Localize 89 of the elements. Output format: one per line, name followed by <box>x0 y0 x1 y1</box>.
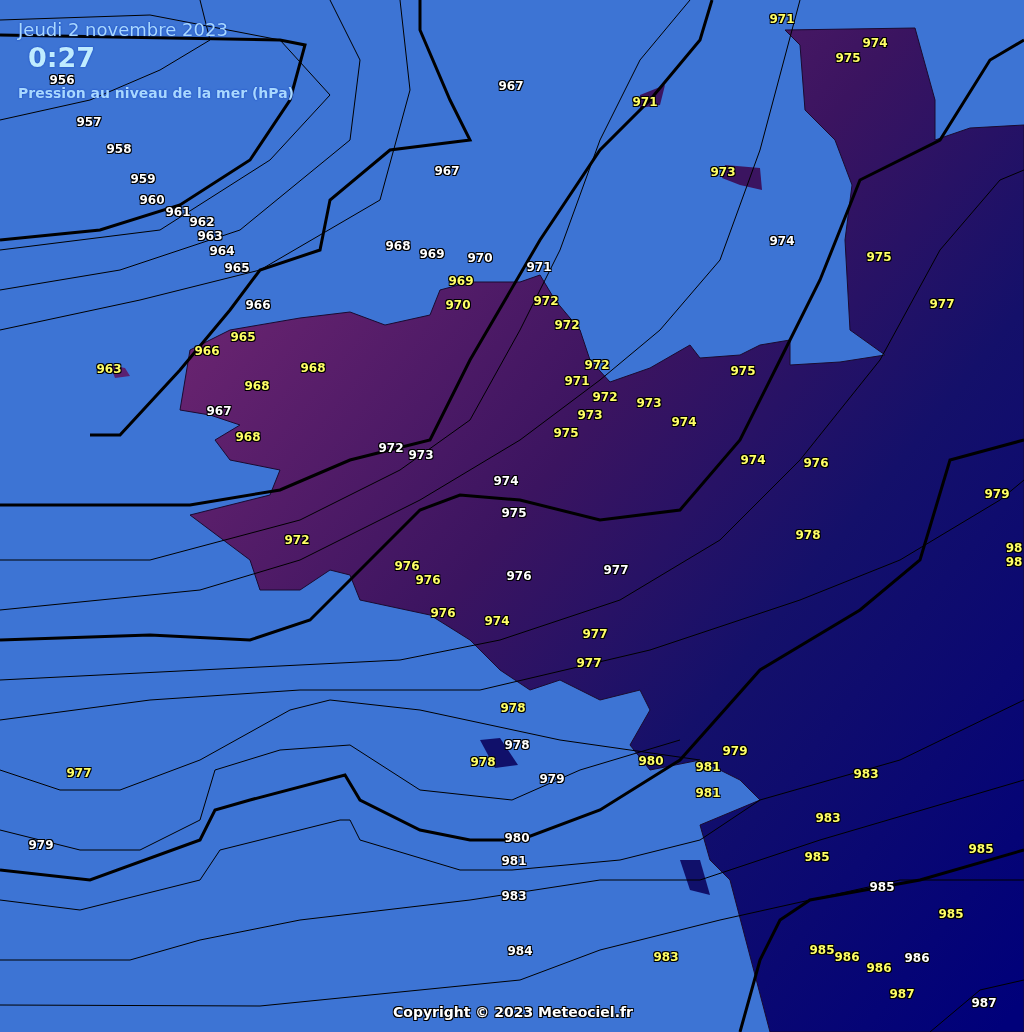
pressure-value: 978 <box>470 755 496 769</box>
pressure-value: 969 <box>419 247 445 261</box>
pressure-value: 963 <box>96 362 122 376</box>
pressure-value: 985 <box>869 880 895 894</box>
pressure-value: 98 <box>1005 541 1023 555</box>
pressure-value: 975 <box>553 426 579 440</box>
pressure-value: 985 <box>804 850 830 864</box>
pressure-value: 974 <box>769 234 795 248</box>
pressure-value: 979 <box>539 772 565 786</box>
pressure-value: 985 <box>809 943 835 957</box>
pressure-value: 966 <box>194 344 220 358</box>
pressure-value: 973 <box>710 165 736 179</box>
pressure-value: 976 <box>415 573 441 587</box>
pressure-value: 978 <box>795 528 821 542</box>
pressure-value: 976 <box>394 559 420 573</box>
pressure-value: 987 <box>971 996 997 1010</box>
pressure-value: 980 <box>638 754 664 768</box>
pressure-value: 965 <box>224 261 250 275</box>
pressure-value: 964 <box>209 244 235 258</box>
pressure-value: 974 <box>484 614 510 628</box>
pressure-value: 956 <box>49 73 75 87</box>
pressure-value: 985 <box>938 907 964 921</box>
pressure-value: 965 <box>230 330 256 344</box>
pressure-value: 978 <box>504 738 530 752</box>
pressure-value: 968 <box>385 239 411 253</box>
pressure-value: 969 <box>448 274 474 288</box>
pressure-value: 957 <box>76 115 102 129</box>
pressure-value: 979 <box>28 838 54 852</box>
pressure-value: 979 <box>722 744 748 758</box>
pressure-value: 975 <box>501 506 527 520</box>
pressure-value: 972 <box>554 318 580 332</box>
pressure-value: 974 <box>493 474 519 488</box>
pressure-value: 959 <box>130 172 156 186</box>
pressure-value: 975 <box>866 250 892 264</box>
pressure-value: 970 <box>467 251 493 265</box>
pressure-value: 983 <box>501 889 527 903</box>
pressure-value: 983 <box>653 950 679 964</box>
pressure-value: 968 <box>235 430 261 444</box>
pressure-value: 986 <box>834 950 860 964</box>
pressure-value: 976 <box>506 569 532 583</box>
pressure-value: 986 <box>866 961 892 975</box>
pressure-value: 979 <box>984 487 1010 501</box>
pressure-value: 978 <box>500 701 526 715</box>
pressure-value: 976 <box>803 456 829 470</box>
pressure-value: 968 <box>244 379 270 393</box>
pressure-value: 972 <box>592 390 618 404</box>
pressure-value: 958 <box>106 142 132 156</box>
pressure-value: 972 <box>284 533 310 547</box>
pressure-value: 981 <box>501 854 527 868</box>
pressure-value: 983 <box>815 811 841 825</box>
pressure-value: 968 <box>300 361 326 375</box>
pressure-value: 972 <box>378 441 404 455</box>
pressure-value: 981 <box>695 786 721 800</box>
pressure-value: 966 <box>245 298 271 312</box>
pressure-value: 960 <box>139 193 165 207</box>
pressure-value: 967 <box>434 164 460 178</box>
pressure-value: 970 <box>445 298 471 312</box>
pressure-value: 975 <box>730 364 756 378</box>
pressure-value: 973 <box>408 448 434 462</box>
pressure-value: 971 <box>564 374 590 388</box>
pressure-value: 977 <box>582 627 608 641</box>
pressure-value: 986 <box>904 951 930 965</box>
pressure-value: 972 <box>533 294 559 308</box>
pressure-value: 977 <box>929 297 955 311</box>
pressure-value: 974 <box>671 415 697 429</box>
pressure-value: 971 <box>769 12 795 26</box>
pressure-value: 980 <box>504 831 530 845</box>
map-time: 0:27 <box>28 42 97 74</box>
pressure-value: 971 <box>526 260 552 274</box>
pressure-value: 973 <box>577 408 603 422</box>
pressure-value: 977 <box>603 563 629 577</box>
pressure-value: 983 <box>853 767 879 781</box>
pressure-value: 985 <box>968 842 994 856</box>
pressure-value: 962 <box>189 215 215 229</box>
pressure-value: 973 <box>636 396 662 410</box>
pressure-value: 974 <box>740 453 766 467</box>
pressure-value: 976 <box>430 606 456 620</box>
pressure-value: 967 <box>206 404 232 418</box>
pressure-value: 967 <box>498 79 524 93</box>
pressure-value: 975 <box>835 51 861 65</box>
pressure-value: 977 <box>576 656 602 670</box>
pressure-value: 98 <box>1005 555 1023 569</box>
pressure-value: 963 <box>197 229 223 243</box>
pressure-value: 974 <box>862 36 888 50</box>
pressure-value: 971 <box>632 95 658 109</box>
copyright-text: Copyright © 2023 Meteociel.fr <box>393 1002 633 1022</box>
pressure-value: 984 <box>507 944 533 958</box>
pressure-value: 977 <box>66 766 92 780</box>
pressure-value: 987 <box>889 987 915 1001</box>
